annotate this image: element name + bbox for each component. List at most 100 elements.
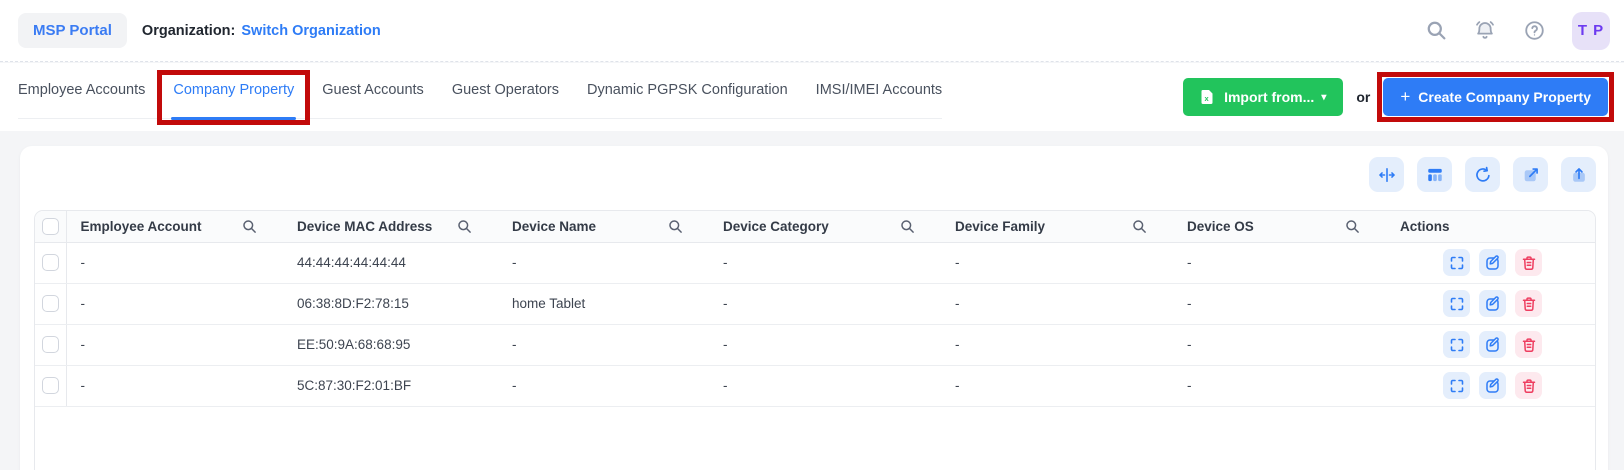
cell-device-mac-address: 06:38:8D:F2:78:15 — [283, 283, 498, 324]
search-icon[interactable] — [900, 219, 915, 234]
column-header-device-mac-address: Device MAC Address — [297, 219, 432, 234]
cell-device-os: - — [1173, 365, 1386, 406]
column-header-device-os: Device OS — [1187, 219, 1254, 234]
arrow-up-right-icon — [1522, 166, 1540, 184]
cell-device-category: - — [709, 365, 941, 406]
row-checkbox[interactable] — [42, 377, 59, 394]
cell-device-category: - — [709, 324, 941, 365]
columns-button[interactable] — [1417, 157, 1452, 192]
create-company-property-button[interactable]: + Create Company Property — [1383, 78, 1608, 116]
tab-dynamic-pgpsk-configuration[interactable]: Dynamic PGPSK Configuration — [587, 82, 788, 118]
edit-button[interactable] — [1479, 372, 1506, 399]
import-from-label: Import from... — [1224, 89, 1314, 105]
cell-employee-account: - — [66, 242, 283, 283]
fit-columns-icon — [1378, 166, 1396, 184]
topbar-actions: T P — [1425, 12, 1610, 50]
edit-icon — [1485, 255, 1501, 271]
cell-device-category: - — [709, 283, 941, 324]
or-separator: or — [1356, 89, 1370, 105]
row-checkbox[interactable] — [42, 254, 59, 271]
fullscreen-icon — [1449, 337, 1465, 353]
cell-device-family: - — [941, 324, 1173, 365]
organization-label: Organization: — [142, 23, 235, 39]
search-icon[interactable] — [1132, 219, 1147, 234]
edit-button[interactable] — [1479, 290, 1506, 317]
column-header-device-family: Device Family — [955, 219, 1045, 234]
cell-device-family: - — [941, 283, 1173, 324]
edit-button[interactable] — [1479, 331, 1506, 358]
cell-device-family: - — [941, 242, 1173, 283]
cell-employee-account: - — [66, 365, 283, 406]
fullscreen-icon — [1449, 296, 1465, 312]
column-header-actions: Actions — [1400, 219, 1450, 234]
cell-device-mac-address: EE:50:9A:68:68:95 — [283, 324, 498, 365]
tab-bar: Employee Accounts Company Property Guest… — [0, 63, 1624, 131]
fullscreen-icon — [1449, 378, 1465, 394]
tab-company-property[interactable]: Company Property — [173, 82, 294, 118]
cell-device-os: - — [1173, 324, 1386, 365]
column-header-employee-account: Employee Account — [81, 219, 202, 234]
top-bar: MSP Portal Organization: Switch Organiza… — [0, 0, 1624, 62]
cell-employee-account: - — [66, 283, 283, 324]
notifications-bell-icon[interactable] — [1474, 20, 1496, 42]
edit-button[interactable] — [1479, 249, 1506, 276]
search-icon[interactable] — [1345, 219, 1360, 234]
column-header-device-name: Device Name — [512, 219, 596, 234]
column-header-device-category: Device Category — [723, 219, 829, 234]
tab-employee-accounts[interactable]: Employee Accounts — [18, 82, 145, 118]
trash-icon — [1521, 378, 1537, 394]
table-row: - EE:50:9A:68:68:95 - - - - — [35, 324, 1595, 365]
page-action-bar: x Import from... ▾ or + Create Company P… — [1183, 78, 1608, 116]
fullscreen-icon — [1449, 255, 1465, 271]
upload-button[interactable] — [1561, 157, 1596, 192]
select-all-checkbox[interactable] — [42, 218, 59, 235]
organization-breadcrumb: Organization: Switch Organization — [142, 23, 381, 39]
refresh-icon — [1474, 166, 1492, 184]
cell-device-name: - — [498, 324, 709, 365]
delete-button[interactable] — [1515, 290, 1542, 317]
row-checkbox[interactable] — [42, 336, 59, 353]
fit-columns-button[interactable] — [1369, 157, 1404, 192]
open-external-button[interactable] — [1513, 157, 1548, 192]
expand-row-button[interactable] — [1443, 331, 1470, 358]
expand-row-button[interactable] — [1443, 290, 1470, 317]
excel-file-icon: x — [1200, 89, 1215, 105]
help-icon[interactable] — [1523, 20, 1545, 42]
tab-imsi-imei-accounts[interactable]: IMSI/IMEI Accounts — [816, 82, 943, 118]
cell-device-os: - — [1173, 242, 1386, 283]
expand-row-button[interactable] — [1443, 372, 1470, 399]
create-company-property-label: Create Company Property — [1418, 89, 1591, 105]
company-property-table: Employee Account Device MAC Address Devi… — [34, 210, 1596, 470]
expand-row-button[interactable] — [1443, 249, 1470, 276]
tab-list: Employee Accounts Company Property Guest… — [18, 82, 942, 119]
app-title-badge[interactable]: MSP Portal — [18, 13, 127, 48]
cell-device-name: home Tablet — [498, 283, 709, 324]
edit-icon — [1485, 296, 1501, 312]
table-row: - 44:44:44:44:44:44 - - - - — [35, 242, 1595, 283]
plus-icon: + — [1400, 87, 1410, 107]
columns-icon — [1426, 166, 1444, 184]
company-property-panel: Employee Account Device MAC Address Devi… — [20, 146, 1608, 470]
cell-device-mac-address: 5C:87:30:F2:01:BF — [283, 365, 498, 406]
edit-icon — [1485, 378, 1501, 394]
user-avatar[interactable]: T P — [1572, 12, 1610, 50]
tab-guest-operators[interactable]: Guest Operators — [452, 82, 559, 118]
tab-company-property-label: Company Property — [173, 82, 294, 98]
tab-guest-accounts[interactable]: Guest Accounts — [322, 82, 424, 118]
switch-organization-link[interactable]: Switch Organization — [241, 23, 380, 39]
delete-button[interactable] — [1515, 372, 1542, 399]
search-icon[interactable] — [668, 219, 683, 234]
search-icon[interactable] — [457, 219, 472, 234]
trash-icon — [1521, 296, 1537, 312]
refresh-button[interactable] — [1465, 157, 1500, 192]
search-icon[interactable] — [1425, 20, 1447, 42]
import-from-button[interactable]: x Import from... ▾ — [1183, 78, 1343, 116]
edit-icon — [1485, 337, 1501, 353]
search-icon[interactable] — [242, 219, 257, 234]
delete-button[interactable] — [1515, 331, 1542, 358]
caret-down-icon: ▾ — [1321, 92, 1326, 103]
row-checkbox[interactable] — [42, 295, 59, 312]
table-row: - 5C:87:30:F2:01:BF - - - - — [35, 365, 1595, 406]
delete-button[interactable] — [1515, 249, 1542, 276]
cell-device-mac-address: 44:44:44:44:44:44 — [283, 242, 498, 283]
